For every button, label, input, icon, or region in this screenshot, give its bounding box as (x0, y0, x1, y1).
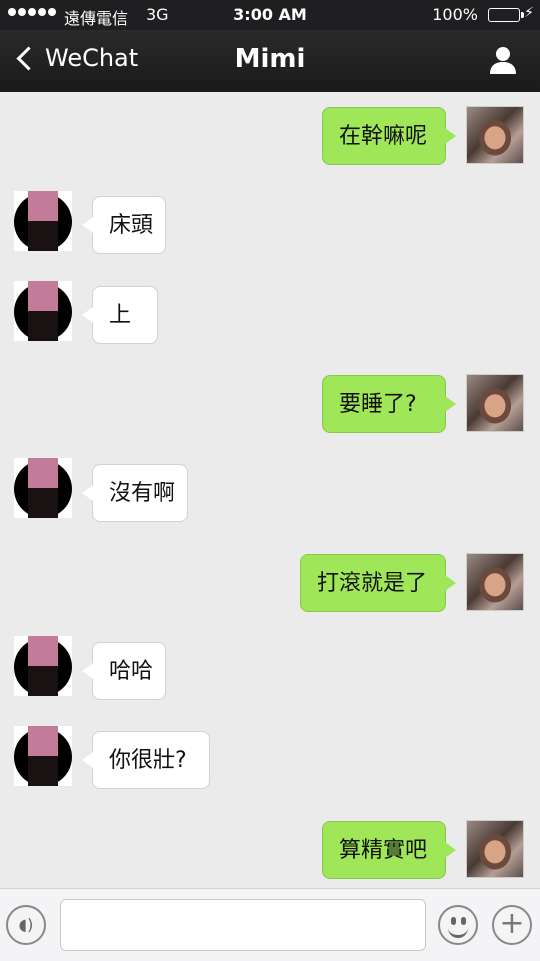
back-label: WeChat (45, 44, 139, 72)
profile-icon (490, 47, 516, 74)
message-bubble-outgoing[interactable]: 在幹嘛呢 (322, 107, 456, 165)
voice-icon: ◖) (18, 915, 34, 934)
message-input[interactable] (60, 899, 426, 951)
chevron-left-icon (16, 45, 41, 71)
contact-avatar[interactable] (14, 191, 72, 251)
my-avatar[interactable] (466, 820, 524, 878)
message-bubble-outgoing[interactable]: 打滾就是了 (300, 554, 456, 612)
navigation-bar: WeChat Mimi (0, 30, 540, 92)
message-bubble-incoming[interactable]: 上 (82, 286, 158, 344)
input-toolbar: ◖) + (0, 888, 540, 961)
message-bubble-incoming[interactable]: 床頭 (82, 196, 166, 254)
profile-button[interactable] (488, 44, 518, 76)
contact-avatar[interactable] (14, 281, 72, 341)
more-button[interactable]: + (492, 905, 532, 945)
message-bubble-outgoing[interactable]: 算精實吧 (322, 821, 456, 879)
battery-icon (488, 8, 524, 22)
my-avatar[interactable] (466, 553, 524, 611)
emoji-button[interactable] (438, 905, 478, 945)
charging-icon: ⚡ (524, 5, 534, 21)
back-button[interactable]: WeChat (14, 44, 138, 72)
message-bubble-incoming[interactable]: 沒有啊 (82, 464, 188, 522)
my-avatar[interactable] (466, 374, 524, 432)
contact-avatar[interactable] (14, 636, 72, 696)
plus-icon: + (499, 906, 525, 941)
contact-avatar[interactable] (14, 726, 72, 786)
my-avatar[interactable] (466, 106, 524, 164)
message-bubble-outgoing[interactable]: 要睡了? (322, 375, 456, 433)
message-bubble-incoming[interactable]: 你很壯? (82, 731, 210, 789)
status-bar: 遠傳電信 3G 3:00 AM 100% ⚡ (0, 0, 540, 30)
battery-percent: 100% (432, 5, 478, 24)
voice-button[interactable]: ◖) (6, 905, 46, 945)
chat-area[interactable]: 在幹嘛呢 床頭 上 要睡了? 沒有啊 打滾就是了 哈哈 你很壯? 算精實吧 (0, 92, 540, 888)
message-bubble-incoming[interactable]: 哈哈 (82, 642, 166, 700)
contact-avatar[interactable] (14, 458, 72, 518)
